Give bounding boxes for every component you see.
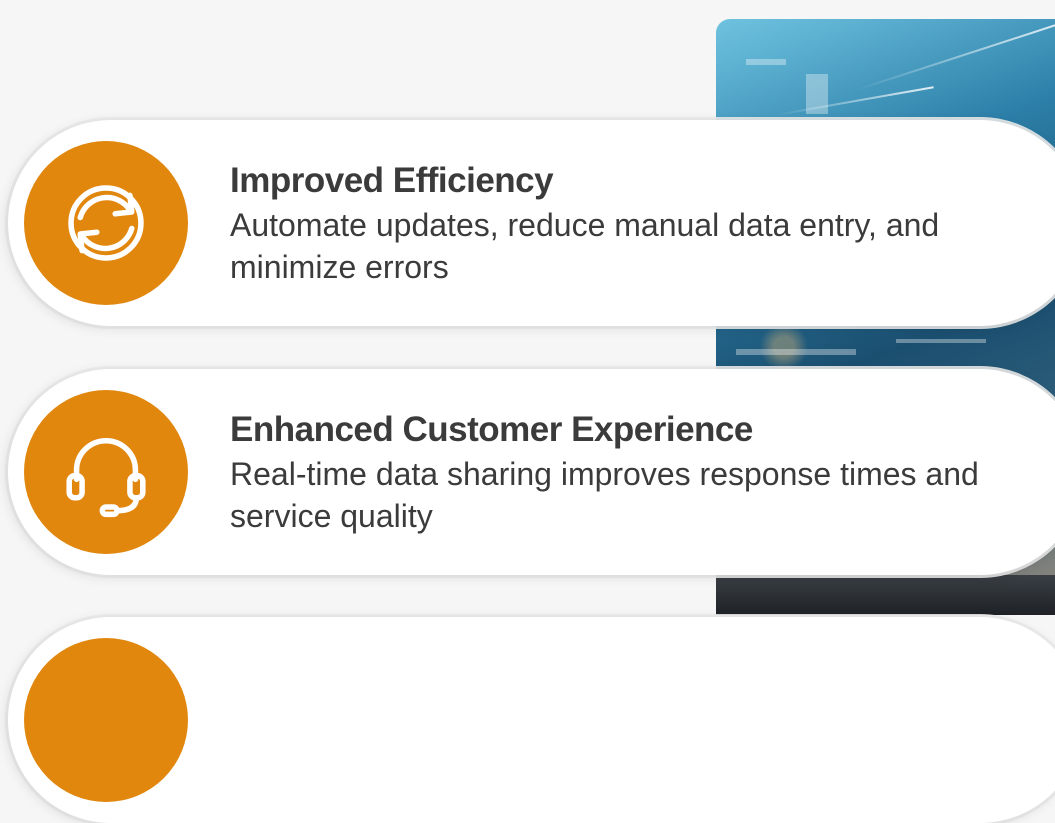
benefit-description: Real-time data sharing improves response… [230,456,979,534]
refresh-icon [68,185,144,261]
benefit-icon-circle [24,638,188,802]
benefit-card: Improved Efficiency Automate updates, re… [8,120,1055,326]
benefit-icon-circle [24,141,188,305]
headset-icon [66,438,146,518]
benefit-card: Enhanced Customer Experience Real-time d… [8,369,1055,575]
benefit-title: Enhanced Customer Experience [230,410,753,449]
benefit-icon-circle [24,390,188,554]
benefit-card [8,617,1055,823]
benefit-title: Improved Efficiency [230,161,554,200]
benefit-description: Automate updates, reduce manual data ent… [230,207,940,285]
